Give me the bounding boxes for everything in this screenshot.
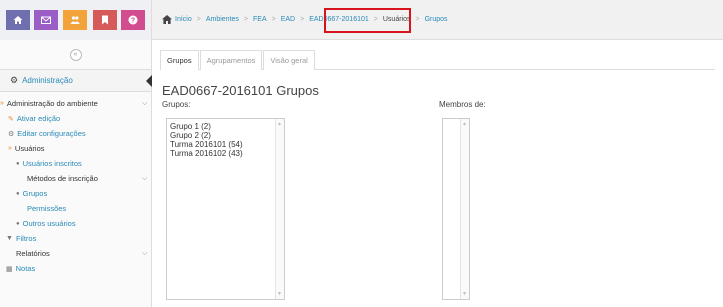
members-listbox[interactable]: ▲ ▼ — [442, 118, 470, 300]
main-content: Grupos Agrupamentos Visão geral EAD0667-… — [152, 40, 723, 307]
bookmark-button[interactable] — [93, 10, 117, 30]
sidebar-item-usuarios-inscritos[interactable]: ● Usuários inscritos — [16, 156, 82, 171]
sidebar-item-label: Notas — [15, 264, 36, 273]
list-item[interactable]: Grupo 1 (2) — [170, 122, 211, 131]
gears-icon: ⚙ — [10, 75, 19, 85]
admin-block-title: Administração — [22, 76, 73, 85]
scrollbar[interactable]: ▲ ▼ — [460, 119, 469, 299]
sidebar-item-label: Ativar edição — [16, 114, 61, 123]
quick-toolbar: ? — [0, 0, 152, 40]
filter-icon: ▼ — [6, 235, 13, 242]
breadcrumb-separator: > — [196, 16, 201, 23]
sidebar-item-filtros[interactable]: ▼ Filtros — [6, 231, 36, 246]
breadcrumb-ead[interactable]: EAD — [281, 16, 295, 23]
chevron-down-icon: ⌵ — [142, 175, 148, 182]
breadcrumb-separator: > — [373, 16, 378, 23]
breadcrumb-ambientes[interactable]: Ambientes — [206, 16, 239, 23]
breadcrumb-separator: > — [300, 16, 305, 23]
sidebar-item-admin-ambiente[interactable]: » Administração do ambiente — [0, 96, 98, 111]
gear-icon: ⚙ — [8, 130, 15, 138]
members-label: Membros de: — [439, 100, 486, 109]
collapse-sidebar-button[interactable]: « — [69, 48, 82, 61]
user-icon: ● — [16, 220, 20, 227]
sidebar-item-label: Relatórios — [16, 249, 50, 258]
home-icon — [162, 15, 172, 24]
sidebar-item-outros-usuarios[interactable]: ● Outros usuários — [16, 216, 76, 231]
pencil-icon: ✎ — [8, 115, 14, 123]
groups-label: Grupos: — [162, 100, 191, 109]
tab-grupos[interactable]: Grupos — [160, 50, 199, 70]
sidebar-item-notas[interactable]: ▦ Notas — [6, 261, 35, 276]
sidebar-item-usuarios[interactable]: » Usuários — [8, 141, 45, 156]
tab-agrupamentos[interactable]: Agrupamentos — [199, 50, 263, 70]
sidebar-item-label: Grupos — [22, 189, 48, 198]
help-icon: ? — [128, 15, 138, 25]
grid-icon: ▦ — [6, 265, 13, 273]
sidebar-item-label: Usuários — [14, 144, 45, 153]
sidebar-item-label: Filtros — [15, 234, 37, 243]
sidebar-item-label: Métodos de inscrição — [27, 174, 98, 183]
sidebar-item-grupos[interactable]: ● Grupos — [16, 186, 47, 201]
sidebar-item-label: Permissões — [27, 204, 67, 213]
sidebar: « ⚙ Administração » Administração do ambi… — [0, 40, 152, 307]
list-item[interactable]: Grupo 2 (2) — [170, 131, 211, 140]
list-item[interactable]: Turma 2016101 (54) — [170, 140, 243, 149]
chevron-down-icon: ⌵ — [142, 250, 148, 257]
scroll-down-icon: ▼ — [462, 291, 467, 297]
users-icon: ● — [16, 190, 20, 197]
sidebar-item-metodos-inscricao[interactable]: Métodos de inscrição — [27, 171, 98, 186]
admin-block-header[interactable]: ⚙ Administração — [0, 70, 152, 92]
messages-button[interactable] — [34, 10, 58, 30]
breadcrumb-course[interactable]: EAD0667-2016101 — [309, 16, 369, 23]
sidebar-collapse-row: « — [0, 40, 151, 70]
participants-button[interactable] — [63, 10, 87, 30]
expand-icon: » — [8, 145, 12, 152]
breadcrumb-grupos[interactable]: Grupos — [425, 16, 448, 23]
home-icon — [13, 16, 23, 24]
sidebar-item-editar-configuracoes[interactable]: ⚙ Editar configurações — [8, 126, 86, 141]
breadcrumb-separator: > — [415, 16, 420, 23]
tab-visao-geral[interactable]: Visão geral — [263, 50, 315, 70]
sidebar-item-label: Outros usuários — [22, 219, 76, 228]
list-item[interactable]: Turma 2016102 (43) — [170, 149, 243, 158]
user-icon: ● — [16, 160, 20, 167]
breadcrumb-fea[interactable]: FEA — [253, 16, 267, 23]
groups-listbox[interactable]: Grupo 1 (2) Grupo 2 (2) Turma 2016101 (5… — [166, 118, 285, 300]
tab-bar: Grupos Agrupamentos Visão geral — [160, 50, 715, 70]
breadcrumb: Início > Ambientes > FEA > EAD > EAD0667… — [152, 0, 723, 40]
scroll-down-icon: ▼ — [277, 291, 282, 297]
breadcrumb-usuarios[interactable]: Usuários — [383, 16, 411, 23]
breadcrumb-separator: > — [243, 16, 248, 23]
scroll-up-icon: ▲ — [462, 121, 467, 127]
sidebar-item-label: Editar configurações — [17, 129, 86, 138]
scrollbar[interactable]: ▲ ▼ — [275, 119, 284, 299]
sidebar-item-label: Usuários inscritos — [22, 159, 82, 168]
chevron-down-icon: ⌵ — [142, 100, 148, 107]
scroll-up-icon: ▲ — [277, 121, 282, 127]
page-title: EAD0667-2016101 Grupos — [162, 83, 319, 98]
sidebar-item-label: Administração do ambiente — [6, 99, 98, 108]
sidebar-item-relatorios[interactable]: Relatórios — [16, 246, 50, 261]
sidebar-item-permissoes[interactable]: Permissões — [27, 201, 66, 216]
breadcrumb-home[interactable]: Início — [175, 16, 192, 23]
expand-icon: » — [0, 100, 4, 107]
help-button[interactable]: ? — [121, 10, 145, 30]
svg-text:?: ? — [131, 18, 135, 25]
users-icon — [70, 16, 80, 24]
double-chevron-left-icon: « — [73, 51, 78, 58]
home-button[interactable] — [6, 10, 30, 30]
bookmark-icon — [102, 15, 108, 25]
breadcrumb-separator: > — [271, 16, 276, 23]
sidebar-item-ativar-edicao[interactable]: ✎ Ativar edição — [8, 111, 60, 126]
mail-icon — [41, 16, 51, 24]
